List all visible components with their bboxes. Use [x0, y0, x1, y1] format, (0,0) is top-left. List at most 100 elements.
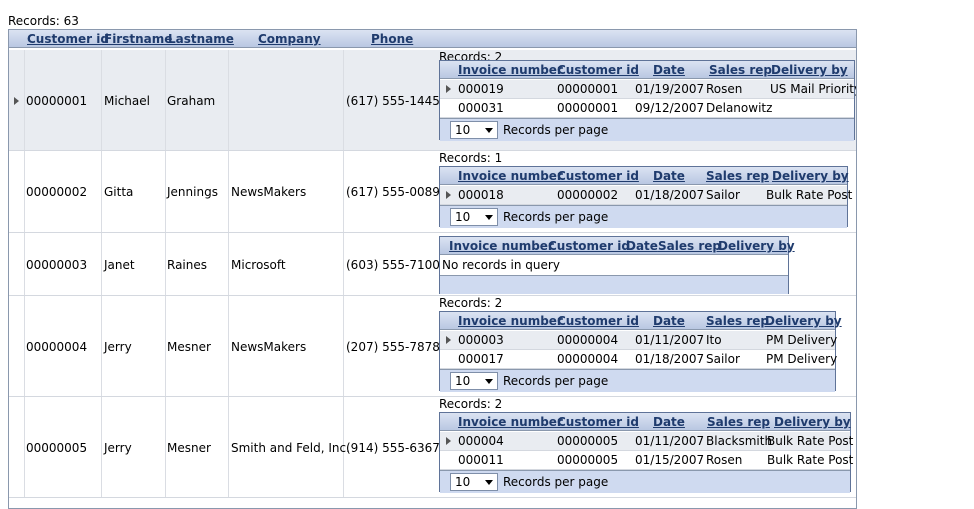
column-header-invoice-customer-id[interactable]: Customer id — [557, 413, 639, 431]
invoice-grid-pager: 10 Records per page — [440, 470, 850, 493]
records-per-page-select[interactable]: 10 — [450, 473, 498, 491]
invoice-customer-id-cell: 00000001 — [557, 82, 619, 96]
invoice-grid-header: Invoice number Customer id Date Sales rep De… — [440, 413, 851, 431]
records-per-page-label: Records per page — [503, 210, 609, 224]
column-header-invoice-customer-id[interactable]: Customer id — [557, 167, 639, 185]
column-header-invoice-number[interactable]: Invoice number — [458, 61, 563, 79]
delivery-by-cell: Bulk Rate Post — [767, 453, 854, 467]
column-header-date[interactable]: Date — [653, 413, 685, 431]
column-divider — [24, 233, 25, 295]
column-header-lastname[interactable]: Lastname — [168, 30, 234, 48]
delivery-by-cell: PM Delivery — [766, 333, 838, 347]
sales-rep-cell: Sailor — [706, 352, 740, 366]
customer-row[interactable]: 00000001 Michael Graham (617) 555-1445 Recor… — [9, 50, 856, 151]
column-header-delivery-by[interactable]: Delivery by — [772, 167, 849, 185]
column-divider — [101, 50, 102, 150]
records-per-page-label: Records per page — [503, 475, 609, 489]
column-divider — [165, 233, 166, 295]
invoice-customer-id-cell: 00000005 — [557, 434, 619, 448]
column-header-firstname[interactable]: Firstname — [104, 30, 172, 48]
column-header-customer-id[interactable]: Customer id — [27, 30, 109, 48]
invoice-row[interactable]: 000003 00000004 01/11/2007 Ito PM Delivery — [440, 331, 838, 350]
invoice-row[interactable]: 000004 00000005 01/11/2007 Blacksmith Bulk R… — [440, 432, 854, 451]
delivery-by-cell: Bulk Rate Post — [766, 188, 853, 202]
phone-cell: (207) 555-7878 — [346, 340, 440, 354]
column-divider — [165, 296, 166, 396]
column-header-company[interactable]: Company — [258, 30, 321, 48]
column-header-date[interactable]: Date — [626, 237, 658, 255]
chevron-down-icon[interactable] — [485, 379, 493, 384]
column-header-delivery-by[interactable]: Delivery by — [771, 61, 848, 79]
column-header-invoice-number[interactable]: Invoice number — [449, 237, 554, 255]
records-count-label: Records: 63 — [8, 14, 79, 28]
customer-id-cell: 00000002 — [26, 185, 88, 199]
firstname-cell: Jerry — [104, 441, 132, 455]
invoice-customer-id-cell: 00000005 — [557, 453, 619, 467]
column-header-date[interactable]: Date — [653, 61, 685, 79]
column-header-invoice-customer-id[interactable]: Customer id — [557, 61, 639, 79]
firstname-cell: Gitta — [104, 185, 134, 199]
column-header-sales-rep[interactable]: Sales rep — [706, 312, 769, 330]
column-header-invoice-number[interactable]: Invoice number — [458, 312, 563, 330]
chevron-down-icon[interactable] — [485, 128, 493, 133]
customer-row[interactable]: 00000005 Jerry Mesner Smith and Feld, Inc.(… — [9, 397, 856, 498]
invoice-grid-header: Invoice number Customer id Date Sales rep De… — [440, 312, 842, 330]
column-divider — [24, 296, 25, 396]
column-header-sales-rep[interactable]: Sales rep — [709, 61, 772, 79]
column-header-invoice-number[interactable]: Invoice number — [458, 167, 563, 185]
column-header-date[interactable]: Date — [653, 167, 685, 185]
customer-id-cell: 00000004 — [26, 340, 88, 354]
firstname-cell: Janet — [104, 258, 135, 272]
column-header-invoice-customer-id[interactable]: Customer id — [557, 312, 639, 330]
invoice-grid-pager: 10 Records per page — [440, 369, 835, 392]
column-divider — [228, 296, 229, 396]
column-header-delivery-by[interactable]: Delivery by — [718, 237, 795, 255]
invoice-row[interactable]: 000018 00000002 01/18/2007 Sailor Bulk Rate … — [440, 186, 852, 205]
records-per-page-select[interactable]: 10 — [450, 208, 498, 226]
invoice-number-cell: 000018 — [458, 188, 504, 202]
delivery-by-cell: Bulk Rate Post — [767, 434, 854, 448]
lastname-cell: Jennings — [167, 185, 218, 199]
records-per-page-select[interactable]: 10 — [450, 121, 498, 139]
customer-id-cell: 00000001 — [26, 94, 88, 108]
column-header-delivery-by[interactable]: Delivery by — [765, 312, 842, 330]
column-header-invoice-number[interactable]: Invoice number — [458, 413, 563, 431]
firstname-cell: Jerry — [104, 340, 132, 354]
invoice-row[interactable]: 000017 00000004 01/18/2007 Sailor PM Deliver… — [440, 350, 837, 369]
column-divider — [343, 296, 344, 396]
column-header-phone[interactable]: Phone — [371, 30, 413, 48]
column-divider — [101, 397, 102, 497]
column-divider — [343, 151, 344, 232]
company-cell: NewsMakers — [231, 185, 307, 199]
customer-row[interactable]: 00000003 Janet Raines Microsoft (603) 555-71… — [9, 233, 856, 296]
current-invoice-indicator-icon — [446, 336, 451, 344]
column-divider — [101, 233, 102, 295]
column-divider — [228, 397, 229, 497]
chevron-down-icon[interactable] — [485, 480, 493, 485]
invoice-row[interactable]: 000031 00000001 09/12/2007 Delanowitz — [440, 99, 854, 118]
invoice-customer-id-cell: 00000002 — [557, 188, 619, 202]
phone-cell: (617) 555-0089 — [346, 185, 440, 199]
invoice-grid: Invoice number Customer id Date Sales rep De… — [439, 311, 842, 392]
column-header-date[interactable]: Date — [653, 312, 685, 330]
invoice-grid: Invoice number Customer id Date Sales rep De… — [439, 236, 795, 294]
invoice-row[interactable]: 000011 00000005 01/15/2007 Rosen Bulk Rate P… — [440, 451, 854, 470]
customer-row[interactable]: 00000004 Jerry Mesner NewsMakers (207) 555-7… — [9, 296, 856, 397]
column-header-sales-rep[interactable]: Sales rep — [706, 167, 769, 185]
column-header-sales-rep[interactable]: Sales rep — [707, 413, 770, 431]
column-header-invoice-customer-id[interactable]: Customer id — [548, 237, 630, 255]
current-invoice-indicator-icon — [446, 191, 451, 199]
current-invoice-indicator-icon — [446, 437, 451, 445]
invoice-records-count: Records: 2 — [439, 397, 503, 411]
records-per-page-select[interactable]: 10 — [450, 372, 498, 390]
column-divider — [343, 50, 344, 150]
sales-rep-cell: Blacksmith — [706, 434, 773, 448]
invoice-date-cell: 01/18/2007 — [635, 188, 705, 202]
invoice-row[interactable]: 000019 00000001 01/19/2007 Rosen US Mail Pri… — [440, 80, 856, 99]
customers-grid-header: Customer id Firstname Lastname Company P… — [9, 30, 856, 48]
chevron-down-icon[interactable] — [485, 215, 493, 220]
customer-row[interactable]: 00000002 Gitta Jennings NewsMakers (617) 555… — [9, 151, 856, 233]
column-header-delivery-by[interactable]: Delivery by — [774, 413, 851, 431]
column-header-sales-rep[interactable]: Sales rep — [658, 237, 721, 255]
invoice-number-cell: 000011 — [458, 453, 504, 467]
